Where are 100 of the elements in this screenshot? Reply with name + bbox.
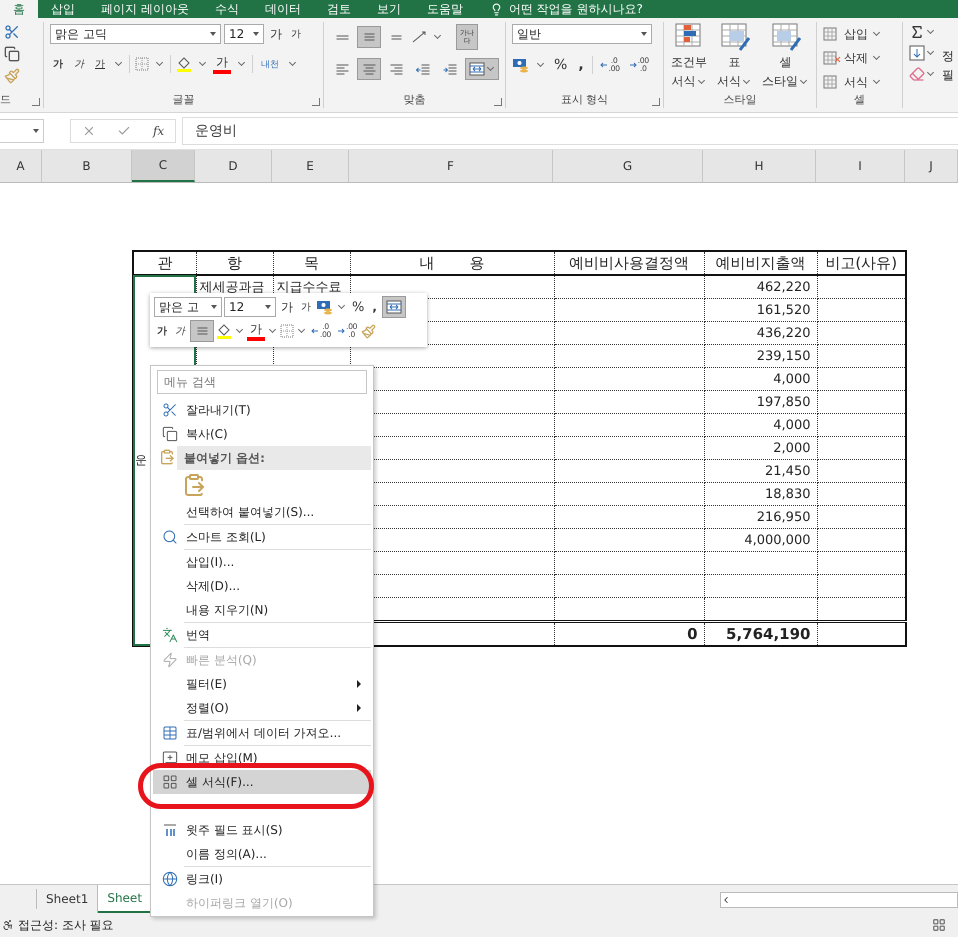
fill-bucket-icon xyxy=(176,56,192,72)
list-icon xyxy=(162,774,178,790)
sort-filter-label[interactable]: 정 xyxy=(942,48,954,65)
phonetic-button[interactable]: 내천 xyxy=(258,54,282,74)
comma-button[interactable]: , xyxy=(369,297,380,317)
arrow-right-icon xyxy=(628,61,637,69)
normal-view-icon[interactable] xyxy=(932,918,946,932)
menu-item[interactable]: 셀 서식(F)... xyxy=(153,770,371,794)
menu-item[interactable]: 정렬(O) xyxy=(153,696,371,720)
table-cell: 4,000 xyxy=(704,368,817,390)
ribbon-tab[interactable]: 삽입 xyxy=(38,0,88,18)
insert-function-button[interactable]: fx xyxy=(152,124,164,138)
font-name-field[interactable]: 맑은 고딕 xyxy=(50,24,221,44)
italic-button[interactable]: 가 xyxy=(172,321,188,341)
column-header[interactable]: H xyxy=(703,150,816,182)
font-name-field[interactable]: 맑은 고 xyxy=(154,297,222,317)
italic-button[interactable]: 가 xyxy=(71,54,87,74)
grow-font-button[interactable]: 가 xyxy=(278,297,296,317)
cells-button[interactable]: 서식 xyxy=(823,72,882,92)
decrease-decimal-button[interactable]: .00 .0 xyxy=(335,320,360,342)
group-label: 글꼴 xyxy=(172,92,196,108)
ribbon-tab[interactable]: 데이터 xyxy=(252,0,314,18)
ribbon-tab[interactable]: 페이지 레이아웃 xyxy=(88,0,202,18)
number-format-field[interactable]: 일반 xyxy=(512,24,652,44)
table-cell: 4,000 xyxy=(704,414,817,436)
lightning-icon xyxy=(162,652,178,668)
column-header[interactable]: A xyxy=(0,150,42,182)
table-header: 내 용 xyxy=(350,251,554,275)
table-icon xyxy=(162,725,178,741)
sheet-tab[interactable]: Sheet xyxy=(98,885,152,913)
menu-item[interactable]: 윗주 필드 표시(S) xyxy=(153,818,371,842)
group-label: 맞춤 xyxy=(402,92,426,108)
style-gallery-button[interactable]: 표 서식 xyxy=(714,22,755,92)
bold-button[interactable]: 가 xyxy=(154,321,170,341)
column-header[interactable]: G xyxy=(553,150,703,182)
shrink-font-button[interactable]: 가 xyxy=(288,24,304,44)
bold-button[interactable]: 가 xyxy=(50,54,66,74)
menu-item[interactable]: 링크(I) xyxy=(153,867,371,891)
horizontal-scrollbar[interactable] xyxy=(720,892,958,908)
column-header[interactable]: F xyxy=(349,150,553,182)
ribbon-tab[interactable]: 검토 xyxy=(314,0,364,18)
merge-button[interactable] xyxy=(382,296,406,318)
underline-button[interactable]: 가 xyxy=(92,54,108,74)
status-text[interactable]: 접근성: 조사 필요 xyxy=(18,916,114,934)
column-header[interactable]: C xyxy=(132,150,195,182)
menu-section-header: 붙여넣기 옵션: xyxy=(177,446,371,470)
shrink-font-button[interactable]: 가 xyxy=(298,297,314,317)
scissors-icon[interactable] xyxy=(4,24,20,40)
arrow-left-icon xyxy=(311,327,319,335)
decrease-decimal-button[interactable]: .00 .0 xyxy=(626,54,651,76)
sort-filter-label[interactable]: 필 xyxy=(942,67,954,84)
font-color-button[interactable]: 가 xyxy=(247,321,265,341)
comma-button[interactable]: , xyxy=(575,55,587,75)
translate-icon xyxy=(162,627,178,643)
ribbon-tab[interactable]: 보기 xyxy=(364,0,414,18)
menu-item[interactable]: 이름 정의(A)... xyxy=(153,842,371,866)
align-button[interactable] xyxy=(357,26,381,48)
increase-decimal-button[interactable]: .0 .00 xyxy=(309,320,334,342)
grid-icon xyxy=(823,51,841,65)
increase-decimal-button[interactable]: .0 .00 xyxy=(598,54,622,76)
menu-search-field[interactable]: 메뉴 검색 xyxy=(157,370,367,394)
percent-button[interactable]: % xyxy=(349,297,368,317)
arrow-right-icon xyxy=(337,327,346,335)
style-gallery-button[interactable]: 조건부 서식 xyxy=(668,22,710,92)
percent-button[interactable]: % xyxy=(551,55,570,75)
tell-me-text[interactable]: 어떤 작업을 원하시나요? xyxy=(508,0,643,18)
ribbon-tab[interactable]: 도움말 xyxy=(414,0,476,18)
cells-button[interactable]: 삽입 xyxy=(823,24,882,44)
fill-down-icon[interactable] xyxy=(909,45,925,61)
ribbon-tab[interactable]: 수식 xyxy=(202,0,252,18)
table-header: 비고(사유) xyxy=(817,251,906,275)
borders-icon xyxy=(280,324,294,338)
cells-button[interactable]: 삭제 xyxy=(823,48,882,68)
merge-center-icon xyxy=(386,300,402,314)
align-button[interactable] xyxy=(357,58,381,80)
font-size-field[interactable]: 12 xyxy=(224,297,276,317)
search-icon xyxy=(162,529,178,545)
table-header: 예비비사용결정액 xyxy=(554,251,704,275)
column-header[interactable]: E xyxy=(272,150,349,182)
center-align-button[interactable] xyxy=(190,320,214,342)
scissors-icon xyxy=(162,402,178,418)
copy-icon[interactable] xyxy=(4,46,20,62)
formula-input[interactable]: 운영비 xyxy=(182,117,958,145)
grow-font-button[interactable]: 가 xyxy=(267,24,285,44)
table-cell: 4,000,000 xyxy=(704,528,817,552)
font-size-field[interactable]: 12 xyxy=(224,24,264,44)
clipboard-icon xyxy=(159,448,175,464)
align-lines-icon xyxy=(416,64,430,74)
merge-button[interactable] xyxy=(465,58,499,80)
menu-item[interactable]: 표/범위에서 데이터 가져오... xyxy=(153,721,371,745)
menu-item[interactable]: 필터(E) xyxy=(153,672,371,696)
align-lines-icon xyxy=(362,64,376,74)
font-color-button[interactable]: 가 xyxy=(213,54,231,74)
column-header[interactable]: J xyxy=(905,150,958,182)
ribbon-tab[interactable]: 홈 xyxy=(0,0,38,18)
eraser-icon[interactable] xyxy=(909,66,925,82)
column-header[interactable]: I xyxy=(816,150,905,182)
column-header[interactable]: D xyxy=(195,150,272,182)
align-lines-icon xyxy=(390,64,402,74)
style-gallery-button[interactable]: 셀 스타일 xyxy=(759,22,812,92)
